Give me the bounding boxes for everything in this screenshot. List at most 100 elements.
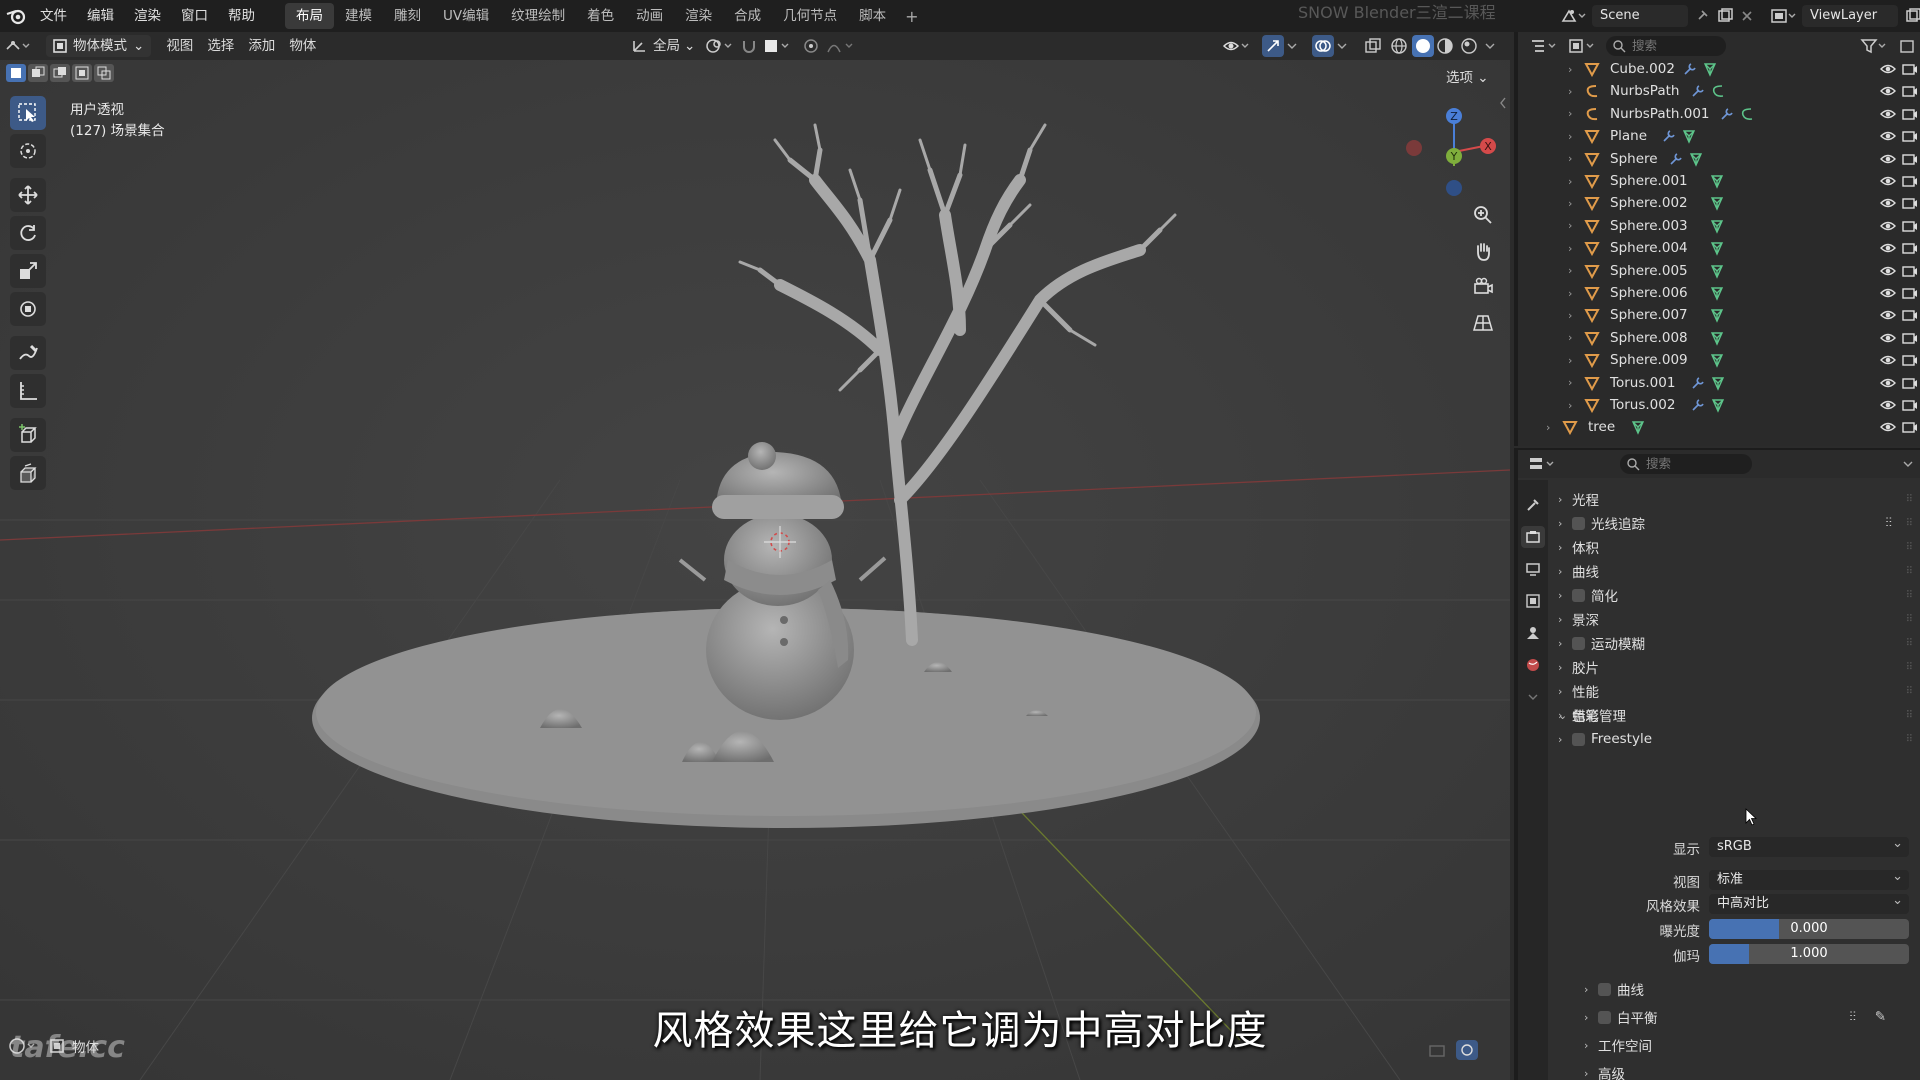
mesh-data-icon[interactable]: [1710, 375, 1726, 395]
chevron-right-icon[interactable]: ›: [1568, 287, 1572, 300]
drag-grip-icon[interactable]: ⠿: [1906, 638, 1913, 649]
subpanel-header[interactable]: › 高级: [1584, 1060, 1904, 1080]
mesh-data-icon[interactable]: [1709, 263, 1725, 283]
tab-uv-editing[interactable]: UV编辑: [432, 3, 500, 29]
overlays-toggle-icon[interactable]: [1312, 35, 1334, 57]
drag-grip-icon[interactable]: ⠿: [1906, 614, 1913, 625]
view-layer-name-field[interactable]: ViewLayer: [1802, 5, 1898, 27]
mesh-data-icon[interactable]: [1710, 397, 1726, 417]
wrench-icon[interactable]: [1661, 128, 1677, 148]
camera-render-icon[interactable]: [1902, 264, 1918, 282]
tab-layout[interactable]: 布局: [285, 3, 334, 29]
panel-header[interactable]: › 体积 ⠿: [1558, 534, 1914, 560]
drag-grip-icon[interactable]: ⠿: [1906, 662, 1913, 673]
mesh-data-icon[interactable]: [1709, 240, 1725, 260]
subpanel-enable-checkbox[interactable]: [1598, 982, 1611, 996]
interaction-mode-dropdown[interactable]: 物体模式 ⌄: [46, 35, 152, 57]
pivot-point-icon[interactable]: [704, 37, 734, 55]
camera-render-icon[interactable]: [1902, 353, 1918, 371]
eye-icon[interactable]: [1880, 196, 1896, 214]
tab-rendering[interactable]: 渲染: [674, 3, 723, 29]
panel-header[interactable]: › 光线追踪 ⫶⫶ ⠿: [1558, 510, 1914, 536]
panel-enable-checkbox[interactable]: [1572, 732, 1585, 746]
panel-header[interactable]: › 景深 ⠿: [1558, 606, 1914, 632]
properties-search-input[interactable]: 搜索: [1620, 454, 1752, 474]
outliner-editor-type-icon[interactable]: [1530, 37, 1560, 55]
scale-tool[interactable]: [10, 254, 46, 288]
menu-window[interactable]: 窗口: [171, 0, 218, 32]
pin-icon[interactable]: [1694, 8, 1710, 24]
mesh-data-icon[interactable]: [1709, 218, 1725, 238]
eye-icon[interactable]: [1880, 174, 1896, 192]
outliner-item[interactable]: › Sphere.001: [1518, 170, 1918, 192]
extrude-tool[interactable]: [10, 456, 46, 490]
eye-icon[interactable]: [1880, 353, 1896, 371]
delete-scene-icon[interactable]: [1740, 9, 1754, 23]
move-tool[interactable]: [10, 178, 46, 212]
panel-header[interactable]: › 性能 ⠿: [1558, 678, 1914, 704]
display-mode-icon[interactable]: [1568, 37, 1598, 55]
camera-render-icon[interactable]: [1902, 286, 1918, 304]
more-tabs-icon[interactable]: [1521, 686, 1545, 708]
camera-view-icon[interactable]: [1466, 272, 1500, 302]
world-tab-icon[interactable]: [1521, 654, 1545, 676]
eye-icon[interactable]: [1880, 286, 1896, 304]
outliner-item[interactable]: › Plane: [1518, 125, 1918, 147]
sidebar-toggle-icon[interactable]: [1498, 96, 1508, 110]
mesh-data-icon[interactable]: [1630, 419, 1646, 439]
select-box-tool[interactable]: [10, 96, 46, 130]
camera-render-icon[interactable]: [1902, 129, 1918, 147]
eye-icon[interactable]: [1880, 331, 1896, 349]
options-dropdown[interactable]: 选项 ⌄: [1446, 66, 1489, 86]
drag-grip-icon[interactable]: ⠿: [1906, 710, 1913, 721]
tab-modeling[interactable]: 建模: [334, 3, 383, 29]
chevron-right-icon[interactable]: ›: [1568, 376, 1572, 389]
mesh-data-icon[interactable]: [1709, 173, 1725, 193]
annotate-tool[interactable]: [10, 336, 46, 370]
camera-render-icon[interactable]: [1902, 174, 1918, 192]
drag-grip-icon[interactable]: ⠿: [1906, 542, 1913, 553]
drag-grip-icon[interactable]: ⠿: [1906, 518, 1913, 529]
chevron-right-icon[interactable]: ›: [1546, 421, 1550, 434]
scene-icon[interactable]: [1560, 7, 1586, 25]
chevron-right-icon[interactable]: ›: [1568, 63, 1572, 76]
outliner-item[interactable]: › Sphere.004: [1518, 237, 1918, 259]
filter-icon[interactable]: [1860, 37, 1890, 55]
new-view-layer-icon[interactable]: [1904, 7, 1920, 25]
shading-options-icon[interactable]: [1484, 40, 1496, 52]
look-dropdown[interactable]: 中高对比: [1709, 891, 1909, 914]
tab-animation[interactable]: 动画: [625, 3, 674, 29]
view-layer-tab-icon[interactable]: [1521, 590, 1545, 612]
mesh-data-icon[interactable]: [1709, 330, 1725, 350]
outliner-search-input[interactable]: 搜索: [1606, 36, 1726, 56]
properties-editor-type-icon[interactable]: [1528, 455, 1558, 473]
outliner-item[interactable]: › Sphere.005: [1518, 260, 1918, 282]
outliner-item[interactable]: › Sphere: [1518, 148, 1918, 170]
navigation-gizmo[interactable]: Z X Y: [1400, 96, 1510, 206]
chevron-right-icon[interactable]: ›: [1568, 309, 1572, 322]
tab-compositing[interactable]: 合成: [723, 3, 772, 29]
eye-icon[interactable]: [1880, 308, 1896, 326]
wrench-icon[interactable]: [1690, 397, 1706, 417]
menu-help[interactable]: 帮助: [218, 0, 265, 32]
rendered-shading-icon[interactable]: [1460, 37, 1478, 55]
solid-shading-icon[interactable]: [1412, 35, 1434, 57]
panel-enable-checkbox[interactable]: [1572, 516, 1585, 530]
panel-header[interactable]: › 曲线 ⠿: [1558, 558, 1914, 584]
chevron-down-icon[interactable]: [1336, 40, 1348, 52]
3d-viewport[interactable]: 用户透视 (127) 场景集合 选项 ⌄ Z X Y 物体: [0, 60, 1510, 1080]
camera-render-icon[interactable]: [1902, 152, 1918, 170]
eye-icon[interactable]: [1880, 107, 1896, 125]
camera-render-icon[interactable]: [1902, 107, 1918, 125]
eye-icon[interactable]: [1880, 398, 1896, 416]
menu-select[interactable]: 选择: [200, 35, 241, 57]
select-invert-icon[interactable]: [72, 64, 92, 82]
outliner-item[interactable]: › Sphere.002: [1518, 192, 1918, 214]
panel-enable-checkbox[interactable]: [1572, 588, 1585, 602]
select-new-icon[interactable]: [6, 64, 26, 82]
eye-icon[interactable]: [1880, 219, 1896, 237]
curve-data-icon[interactable]: [1710, 83, 1726, 103]
presets-icon[interactable]: ⫶⫶: [1885, 515, 1892, 531]
snap-target-icon[interactable]: [762, 37, 792, 55]
panel-enable-checkbox[interactable]: [1572, 636, 1585, 650]
